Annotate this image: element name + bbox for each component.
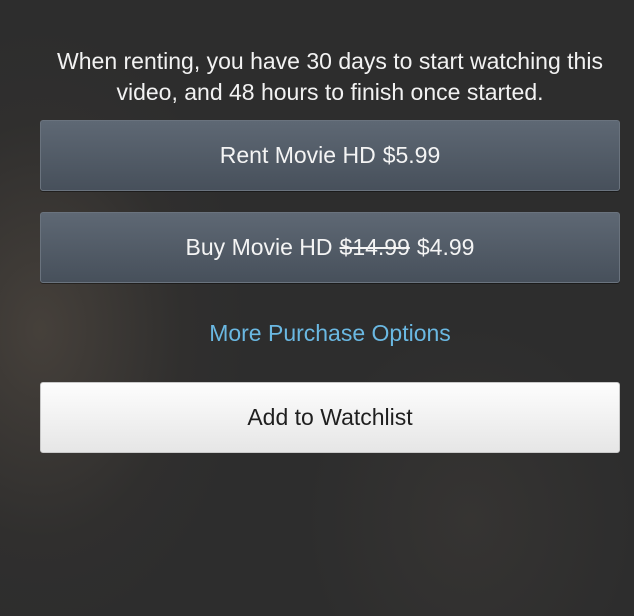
buy-button-label: Buy Movie HD <box>185 234 333 260</box>
purchase-panel: When renting, you have 30 days to start … <box>0 0 634 616</box>
rent-movie-button[interactable]: Rent Movie HD $5.99 <box>40 120 620 191</box>
rent-button-label: Rent Movie HD <box>219 142 376 168</box>
add-to-watchlist-button[interactable]: Add to Watchlist <box>40 382 620 453</box>
rental-notice: When renting, you have 30 days to start … <box>57 48 603 105</box>
sale-price: $4.99 <box>416 234 475 260</box>
buy-movie-button[interactable]: Buy Movie HD $14.99 $4.99 <box>40 212 620 283</box>
original-price: $14.99 <box>339 234 410 260</box>
more-purchase-options-link[interactable]: More Purchase Options <box>40 318 620 348</box>
rent-price: $5.99 <box>382 142 441 168</box>
